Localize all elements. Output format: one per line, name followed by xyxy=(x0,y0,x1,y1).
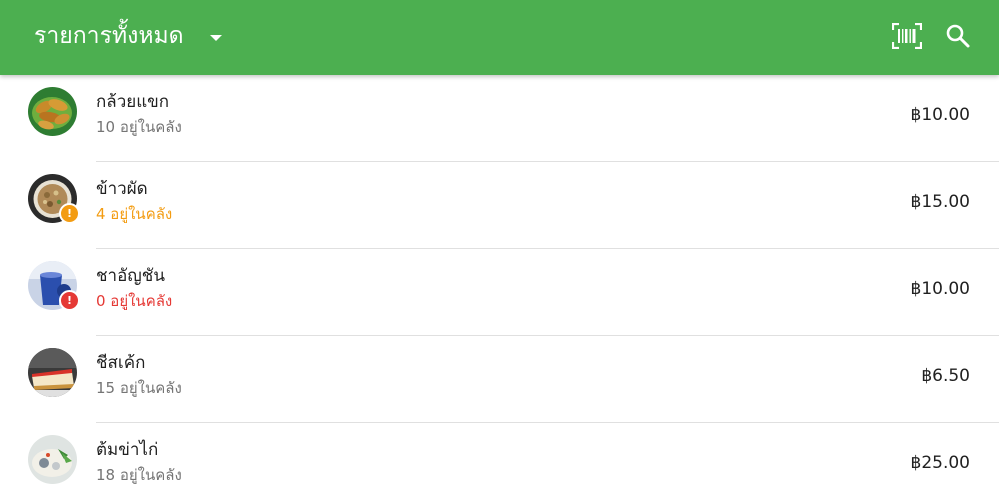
item-stock: 10 อยู่ในคลัง xyxy=(96,118,182,136)
list-item[interactable]: ต้มข่าไก่ 18 อยู่ในคลัง ฿25.00 xyxy=(0,423,999,499)
item-thumbnail: ! xyxy=(28,174,80,224)
item-price: ฿25.00 xyxy=(910,453,970,473)
search-button[interactable] xyxy=(941,19,975,53)
out-of-stock-alert-icon: ! xyxy=(59,290,80,311)
item-stock: 0 อยู่ในคลัง xyxy=(96,292,173,310)
search-icon xyxy=(946,24,970,48)
item-price: ฿10.00 xyxy=(910,279,970,299)
item-name: ต้มข่าไก่ xyxy=(96,440,159,460)
category-dropdown[interactable]: รายการทั้งหมด xyxy=(34,18,222,54)
item-price: ฿15.00 xyxy=(910,192,970,212)
item-list: กล้วยแขก 10 อยู่ในคลัง ฿10.00 ! ข้าวผัด … xyxy=(0,75,999,499)
barcode-icon xyxy=(892,23,922,49)
list-item[interactable]: ชีสเค้ก 15 อยู่ในคลัง ฿6.50 xyxy=(0,336,999,423)
barcode-scan-button[interactable] xyxy=(890,19,924,53)
low-stock-alert-icon: ! xyxy=(59,203,80,224)
item-thumbnail xyxy=(28,348,77,397)
item-stock: 18 อยู่ในคลัง xyxy=(96,466,182,484)
list-item[interactable]: ! ชาอัญชัน 0 อยู่ในคลัง ฿10.00 xyxy=(0,249,999,336)
item-name: ชีสเค้ก xyxy=(96,353,146,373)
list-item[interactable]: ! ข้าวผัด 4 อยู่ในคลัง ฿15.00 xyxy=(0,162,999,249)
chevron-down-icon xyxy=(209,34,222,41)
item-name: กล้วยแขก xyxy=(96,92,170,112)
item-thumbnail xyxy=(28,87,77,136)
item-price: ฿10.00 xyxy=(910,105,970,125)
item-price: ฿6.50 xyxy=(921,366,970,386)
item-name: ชาอัญชัน xyxy=(96,266,165,286)
item-stock: 4 อยู่ในคลัง xyxy=(96,205,173,223)
item-thumbnail: ! xyxy=(28,261,80,311)
page-title: รายการทั้งหมด xyxy=(34,23,184,49)
item-name: ข้าวผัด xyxy=(96,179,148,199)
app-bar: รายการทั้งหมด xyxy=(0,0,999,75)
item-thumbnail xyxy=(28,435,77,484)
list-item[interactable]: กล้วยแขก 10 อยู่ในคลัง ฿10.00 xyxy=(0,75,999,162)
item-stock: 15 อยู่ในคลัง xyxy=(96,379,182,397)
